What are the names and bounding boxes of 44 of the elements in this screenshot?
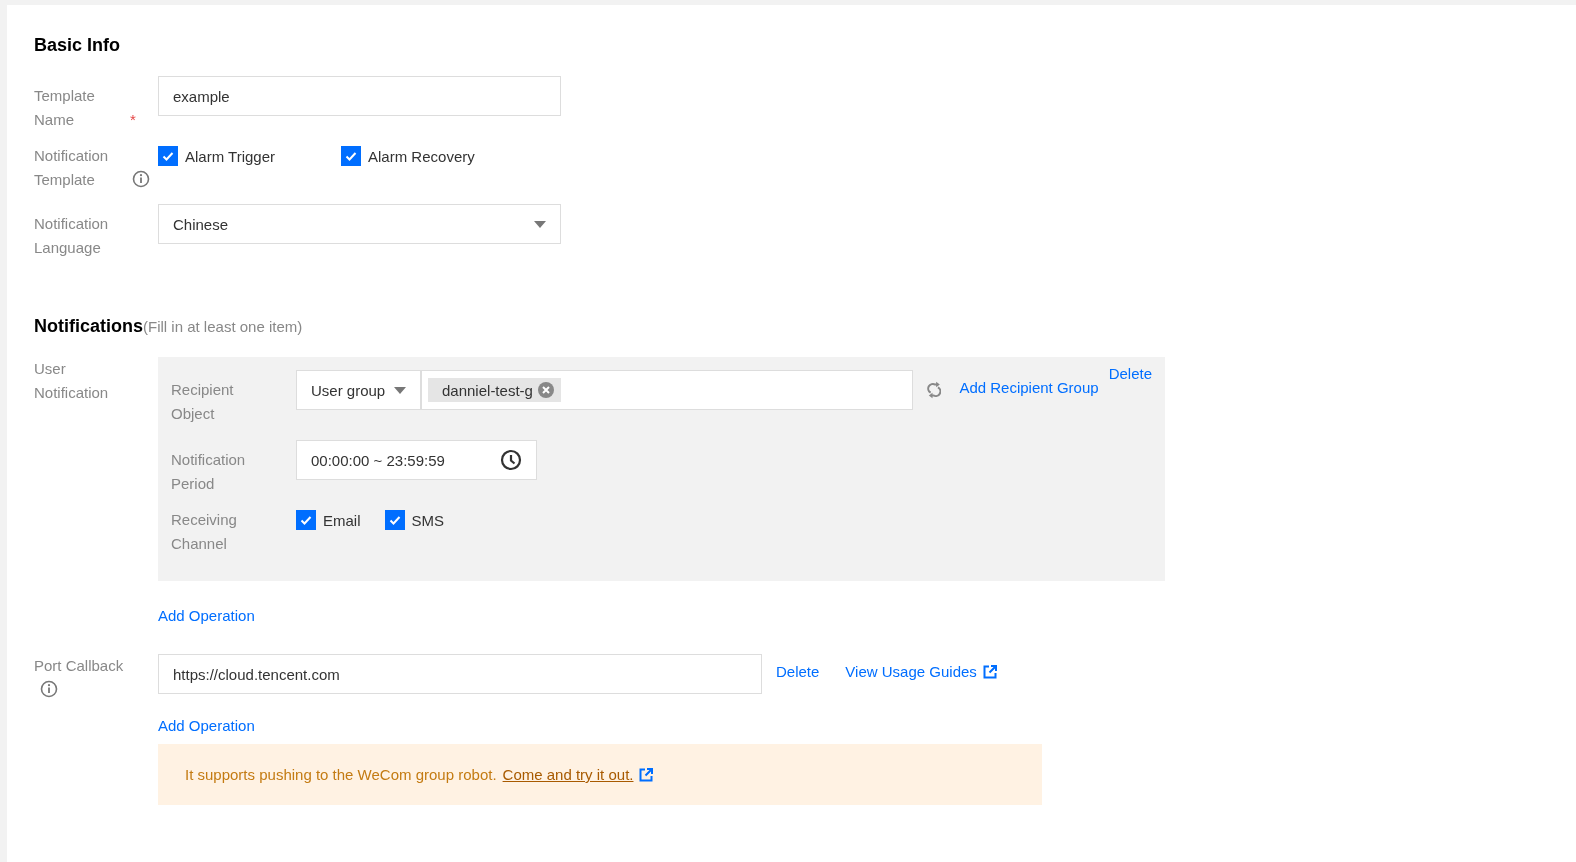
- field-label: Port Callback: [34, 656, 124, 676]
- recipient-tag[interactable]: danniel-test-g: [428, 378, 561, 402]
- channel-checkbox[interactable]: SMS: [384, 510, 445, 530]
- checkbox[interactable]: [384, 510, 405, 530]
- external-link-icon[interactable]: [982, 664, 997, 679]
- add-operation-link[interactable]: Add Operation: [158, 717, 255, 734]
- checkbox[interactable]: [296, 510, 316, 530]
- field-label: User Notification: [34, 359, 110, 403]
- remove-icon[interactable]: [536, 381, 555, 399]
- recipient-type-select[interactable]: User group: [296, 370, 421, 410]
- field-label: Notification Language: [34, 214, 110, 258]
- text-input[interactable]: example: [158, 76, 561, 116]
- external-link-icon[interactable]: [639, 767, 654, 782]
- notice-text: It supports pushing to the WeCom group robot.: [185, 766, 497, 783]
- field-label: Notification Period: [171, 450, 247, 494]
- required-mark: *: [130, 111, 136, 128]
- url-input[interactable]: https://cloud.tencent.com: [158, 654, 762, 694]
- checkbox[interactable]: [341, 146, 362, 166]
- section-hint: (Fill in at least one item): [143, 318, 303, 335]
- time-range-picker[interactable]: 00:00:00 ~ 23:59:59: [296, 440, 537, 480]
- try-it-link[interactable]: Come and try it out.: [502, 766, 634, 783]
- field-label: Recipient Object: [171, 380, 235, 424]
- info-icon: [40, 680, 58, 698]
- clock-icon: [500, 449, 522, 471]
- usage-guide-link[interactable]: View Usage Guides: [845, 663, 997, 680]
- delete-link[interactable]: Delete: [1108, 365, 1152, 382]
- info-icon: [132, 170, 150, 188]
- add-recipient-group-link[interactable]: Add Recipient Group: [959, 379, 1099, 396]
- caret-icon: [394, 386, 406, 394]
- checkbox[interactable]: [158, 146, 178, 166]
- field-label: Template Name: [34, 86, 96, 130]
- add-operation-link[interactable]: Add Operation: [158, 607, 255, 624]
- field-label: Notification Template: [34, 146, 110, 190]
- recipient-tag-field[interactable]: danniel-test-g: [421, 370, 913, 410]
- delete-link[interactable]: Delete: [776, 663, 820, 680]
- caret-icon: [534, 220, 546, 228]
- checkbox-option[interactable]: Alarm Trigger: [158, 146, 276, 166]
- field-label: Receiving Channel: [171, 510, 238, 554]
- language-select[interactable]: Chinese: [158, 204, 561, 244]
- refresh-icon[interactable]: [926, 380, 942, 400]
- checkbox-option[interactable]: Alarm Recovery: [341, 146, 475, 166]
- section-title: Basic Info: [34, 35, 121, 56]
- section-title: Notifications: [34, 316, 143, 337]
- channel-checkbox[interactable]: Email: [296, 510, 361, 530]
